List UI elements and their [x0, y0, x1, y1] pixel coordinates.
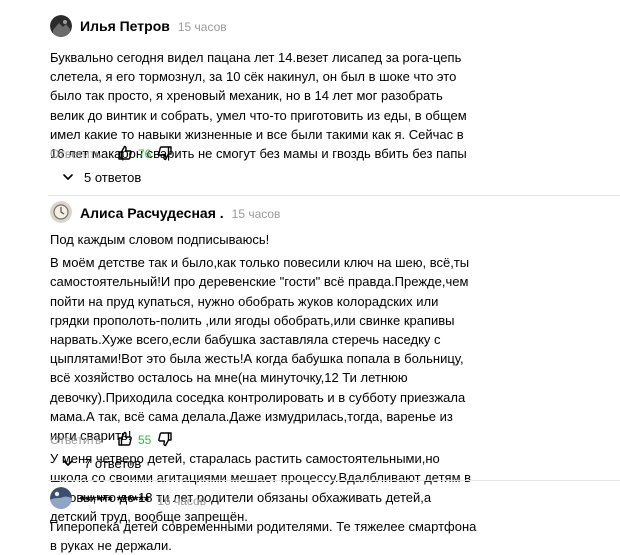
- show-replies-button[interactable]: 5 ответов: [62, 170, 141, 188]
- thumbs-down-icon[interactable]: [158, 145, 172, 161]
- comment-text: Под каждым словом подписываюсь! В моём д…: [50, 230, 480, 526]
- chevron-down-icon: [63, 174, 73, 180]
- author-name[interactable]: Алиса Расчудесная . 15 часов: [80, 205, 280, 221]
- comment-time: 15 часов: [177, 20, 227, 34]
- comment-paragraph: В моём детстве так и было,как только пов…: [50, 255, 470, 444]
- comment-text: Гиперопека детей современными родителями…: [50, 517, 480, 555]
- replies-count-label: 7 ответов: [84, 456, 142, 471]
- like-count: 76: [138, 147, 152, 161]
- like-count: 55: [138, 433, 152, 447]
- thumbs-up-icon[interactable]: [118, 145, 132, 161]
- show-replies-button[interactable]: 7 ответов: [62, 456, 141, 474]
- reply-button[interactable]: Ответить: [50, 433, 101, 447]
- avatar[interactable]: [50, 15, 72, 37]
- chevron-down-icon: [63, 460, 73, 466]
- avatar[interactable]: [50, 487, 72, 509]
- comment-time: 16 часов: [157, 494, 207, 508]
- divider: [48, 480, 620, 481]
- author-name[interactable]: ****** ****** 16 часов: [80, 492, 206, 508]
- comment-paragraph: Гиперопека детей современными родителями…: [50, 519, 477, 554]
- thumbs-down-icon[interactable]: [158, 431, 172, 447]
- author-name[interactable]: Илья Петров 15 часов: [80, 18, 227, 34]
- reply-button[interactable]: Ответить: [50, 147, 101, 161]
- comment-text: Буквально сегодня видел пацана лет 14.ве…: [50, 48, 480, 163]
- avatar[interactable]: [50, 201, 72, 223]
- replies-count-label: 5 ответов: [84, 170, 142, 185]
- divider: [48, 195, 620, 196]
- thumbs-up-icon[interactable]: [118, 431, 132, 447]
- comment-paragraph: Буквально сегодня видел пацана лет 14.ве…: [50, 50, 467, 162]
- comment-time: 15 часов: [231, 207, 281, 221]
- comment-paragraph: Под каждым словом подписываюсь!: [50, 232, 270, 247]
